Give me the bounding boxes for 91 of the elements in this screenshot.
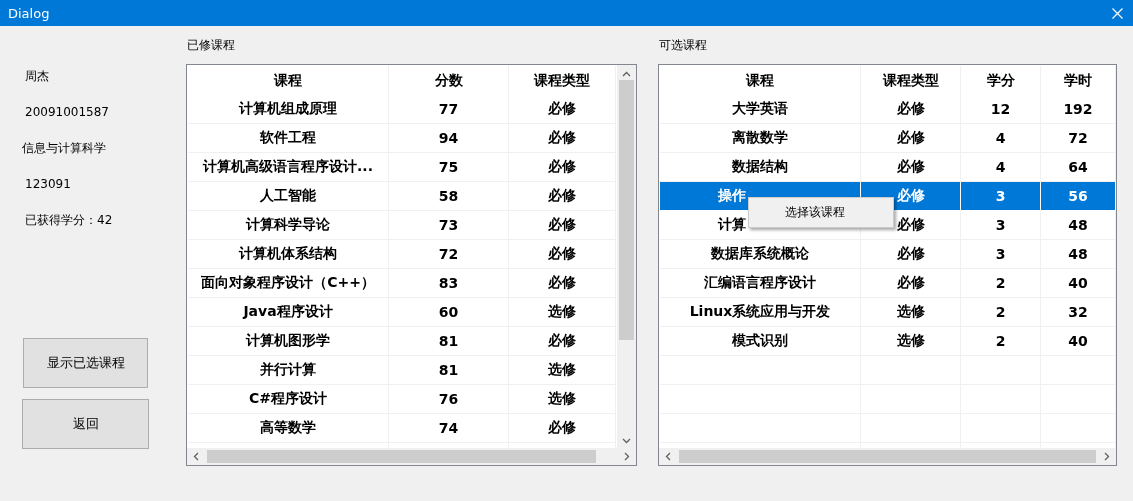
column-header[interactable]: 课程 xyxy=(188,66,389,95)
table-cell: 并行计算 xyxy=(188,356,389,385)
table-cell: 3 xyxy=(961,211,1041,240)
table-cell: 60 xyxy=(389,298,509,327)
table-cell: 73 xyxy=(389,211,509,240)
table-cell: 必修 xyxy=(509,124,616,153)
table-cell: 软件工程 xyxy=(188,124,389,153)
table-cell: 必修 xyxy=(509,153,616,182)
table-cell: 必修 xyxy=(509,240,616,269)
table-cell: 81 xyxy=(389,356,509,385)
close-icon[interactable] xyxy=(1112,7,1123,19)
table-cell: C#程序设计 xyxy=(188,385,389,414)
table-cell: 3 xyxy=(961,182,1041,211)
table-cell: 必修 xyxy=(509,182,616,211)
chevron-down-icon[interactable] xyxy=(622,438,631,444)
table-cell: 72 xyxy=(389,240,509,269)
table-cell: 2 xyxy=(961,298,1041,327)
table-cell: 大学英语 xyxy=(660,95,861,124)
table-cell: 人工智能 xyxy=(188,182,389,211)
back-button[interactable]: 返回 xyxy=(22,399,149,449)
table-cell: 40 xyxy=(1041,327,1116,356)
class-number: 123091 xyxy=(24,177,71,191)
table-cell: 必修 xyxy=(509,414,616,443)
table-cell: 48 xyxy=(1041,211,1116,240)
column-header[interactable]: 分数 xyxy=(389,66,509,95)
column-header[interactable]: 学时 xyxy=(1041,66,1116,95)
table-cell: 40 xyxy=(1041,269,1116,298)
table-cell: 81 xyxy=(389,327,509,356)
table-cell: 高等数学 xyxy=(188,414,389,443)
table-cell: 计算机高级语言程序设计... xyxy=(188,153,389,182)
column-header[interactable]: 课程类型 xyxy=(509,66,616,95)
major-label: 信息与计算科学 xyxy=(22,139,106,157)
table-cell: 3 xyxy=(961,240,1041,269)
table-cell: 4 xyxy=(961,124,1041,153)
table-cell: 数据库系统概论 xyxy=(660,240,861,269)
table-cell: 离散数学 xyxy=(660,124,861,153)
vertical-scrollbar[interactable] xyxy=(617,65,636,448)
column-header[interactable]: 课程类型 xyxy=(861,66,961,95)
student-name: 周杰 xyxy=(24,67,49,85)
table-cell: Java程序设计 xyxy=(188,298,389,327)
chevron-left-icon[interactable] xyxy=(665,452,671,461)
section-title: 可选课程 xyxy=(659,37,708,54)
table-cell: 83 xyxy=(389,269,509,298)
table-cell: 74 xyxy=(389,414,509,443)
table-cell: 必修 xyxy=(509,211,616,240)
table-cell: 计算机组成原理 xyxy=(188,95,389,124)
section-title: 已修课程 xyxy=(187,37,236,54)
table-cell: 必修 xyxy=(509,327,616,356)
chevron-right-icon[interactable] xyxy=(1104,452,1110,461)
show-selected-button[interactable]: 显示已选课程 xyxy=(23,338,148,388)
table-cell: 选修 xyxy=(861,327,961,356)
table-cell: 模式识别 xyxy=(660,327,861,356)
horizontal-scrollbar[interactable] xyxy=(659,448,1116,465)
table-cell: 必修 xyxy=(509,95,616,124)
table-cell: 48 xyxy=(1041,240,1116,269)
student-number: 20091001587 xyxy=(24,105,109,119)
table-cell: 56 xyxy=(1041,182,1116,211)
chevron-up-icon[interactable] xyxy=(622,71,631,77)
table-cell: 必修 xyxy=(861,95,961,124)
chevron-left-icon[interactable] xyxy=(193,452,199,461)
table-cell: 58 xyxy=(389,182,509,211)
table-cell: 32 xyxy=(1041,298,1116,327)
table-cell: Linux系统应用与开发 xyxy=(660,298,861,327)
table-cell: 76 xyxy=(389,385,509,414)
horizontal-scrollbar[interactable] xyxy=(187,448,636,465)
table-cell: 汇编语言程序设计 xyxy=(660,269,861,298)
table-cell: 2 xyxy=(961,269,1041,298)
column-header[interactable]: 学分 xyxy=(961,66,1041,95)
table-cell: 面向对象程序设计（C++） xyxy=(188,269,389,298)
table-cell: 75 xyxy=(389,153,509,182)
credits-label: 已获得学分：42 xyxy=(24,211,113,229)
table-cell: 选修 xyxy=(509,356,616,385)
table-cell: 选修 xyxy=(861,298,961,327)
table-cell: 12 xyxy=(961,95,1041,124)
table-cell: 计算机体系结构 xyxy=(188,240,389,269)
table-cell: 计算科学导论 xyxy=(188,211,389,240)
table-cell: 必修 xyxy=(861,240,961,269)
table-cell: 必修 xyxy=(861,269,961,298)
chevron-right-icon[interactable] xyxy=(624,452,630,461)
table-cell: 192 xyxy=(1041,95,1116,124)
window-title: Dialog xyxy=(8,5,50,21)
table-cell: 必修 xyxy=(509,269,616,298)
table-cell: 2 xyxy=(961,327,1041,356)
table-cell: 选修 xyxy=(509,385,616,414)
table-cell: 选修 xyxy=(509,298,616,327)
table-cell: 77 xyxy=(389,95,509,124)
table-cell: 必修 xyxy=(861,124,961,153)
table-cell: 计算机图形学 xyxy=(188,327,389,356)
table-cell: 72 xyxy=(1041,124,1116,153)
column-header[interactable]: 课程 xyxy=(660,66,861,95)
table-cell: 94 xyxy=(389,124,509,153)
